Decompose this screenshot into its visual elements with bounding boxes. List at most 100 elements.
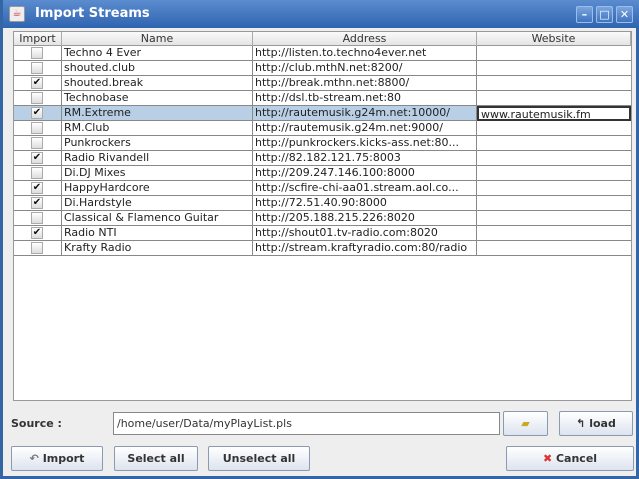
name-cell[interactable]: RM.Extreme <box>62 106 253 121</box>
source-label: Source : <box>11 417 62 430</box>
table-row[interactable]: Krafty Radio http://stream.kraftyradio.c… <box>14 241 631 256</box>
website-cell[interactable] <box>477 181 631 196</box>
website-cell[interactable] <box>477 226 631 241</box>
address-cell[interactable]: http://82.182.121.75:8003 <box>253 151 477 166</box>
import-cell <box>14 91 62 106</box>
name-cell[interactable]: Punkrockers <box>62 136 253 151</box>
name-cell[interactable]: Radio NTI <box>62 226 253 241</box>
address-cell[interactable]: http://punkrockers.kicks-ass.net:80... <box>253 136 477 151</box>
column-header-import[interactable]: Import <box>14 32 62 46</box>
address-cell[interactable]: http://rautemusik.g24m.net:10000/ <box>253 106 477 121</box>
import-button[interactable]: ↶ Import <box>11 446 103 471</box>
import-checkbox[interactable]: ✔ <box>31 107 43 119</box>
cancel-label: Cancel <box>555 452 598 465</box>
import-cell <box>14 136 62 151</box>
name-cell[interactable]: Techno 4 Ever <box>62 46 253 61</box>
streams-table: Import Name Address Website Techno 4 Eve… <box>13 31 632 401</box>
table-row[interactable]: Punkrockers http://punkrockers.kicks-ass… <box>14 136 631 151</box>
column-header-address[interactable]: Address <box>253 32 477 46</box>
import-cell <box>14 61 62 76</box>
maximize-button[interactable]: □ <box>596 6 613 23</box>
website-cell[interactable] <box>477 46 631 61</box>
name-cell[interactable]: Di.Hardstyle <box>62 196 253 211</box>
table-row[interactable]: shouted.club http://club.mthN.net:8200/ <box>14 61 631 76</box>
import-checkbox[interactable] <box>31 242 43 254</box>
import-cell <box>14 166 62 181</box>
cancel-button[interactable]: ✖ Cancel <box>506 446 634 471</box>
table-row[interactable]: Classical & Flamenco Guitar http://205.1… <box>14 211 631 226</box>
import-checkbox[interactable] <box>31 137 43 149</box>
address-cell[interactable]: http://205.188.215.226:8020 <box>253 211 477 226</box>
import-checkbox[interactable] <box>31 92 43 104</box>
website-cell[interactable] <box>477 211 631 226</box>
table-row[interactable]: Di.DJ Mixes http://209.247.146.100:8000 <box>14 166 631 181</box>
website-cell[interactable] <box>477 151 631 166</box>
name-cell[interactable]: shouted.break <box>62 76 253 91</box>
close-button[interactable]: ✕ <box>616 6 633 23</box>
import-checkbox[interactable]: ✔ <box>31 227 43 239</box>
source-path-input[interactable]: /home/user/Data/myPlayList.pls <box>113 412 500 435</box>
java-icon: ☕ <box>9 6 25 22</box>
website-cell[interactable] <box>477 241 631 256</box>
address-cell[interactable]: http://scfire-chi-aa01.stream.aol.co... <box>253 181 477 196</box>
address-cell[interactable]: http://listen.to.techno4ever.net <box>253 46 477 61</box>
name-cell[interactable]: Classical & Flamenco Guitar <box>62 211 253 226</box>
table-row[interactable]: Technobase http://dsl.tb-stream.net:80 <box>14 91 631 106</box>
address-cell[interactable]: http://stream.kraftyradio.com:80/radio <box>253 241 477 256</box>
browse-folder-button[interactable]: ▰ <box>503 411 548 436</box>
website-cell[interactable] <box>477 61 631 76</box>
import-cell <box>14 121 62 136</box>
import-cell: ✔ <box>14 151 62 166</box>
address-cell[interactable]: http://209.247.146.100:8000 <box>253 166 477 181</box>
website-cell[interactable] <box>477 91 631 106</box>
name-cell[interactable]: Krafty Radio <box>62 241 253 256</box>
name-cell[interactable]: HappyHardcore <box>62 181 253 196</box>
import-checkbox[interactable]: ✔ <box>31 182 43 194</box>
table-header: Import Name Address Website <box>14 32 631 46</box>
name-cell[interactable]: Radio Rivandell <box>62 151 253 166</box>
name-cell[interactable]: Technobase <box>62 91 253 106</box>
website-cell[interactable] <box>477 196 631 211</box>
column-header-website[interactable]: Website <box>477 32 631 46</box>
import-cell: ✔ <box>14 181 62 196</box>
name-cell[interactable]: shouted.club <box>62 61 253 76</box>
import-cell <box>14 211 62 226</box>
select-all-button[interactable]: Select all <box>114 446 198 471</box>
address-cell[interactable]: http://dsl.tb-stream.net:80 <box>253 91 477 106</box>
address-cell[interactable]: http://rautemusik.g24m.net:9000/ <box>253 121 477 136</box>
website-cell[interactable] <box>477 166 631 181</box>
address-cell[interactable]: http://shout01.tv-radio.com:8020 <box>253 226 477 241</box>
import-checkbox[interactable] <box>31 167 43 179</box>
load-button[interactable]: ↰ load <box>559 411 633 436</box>
table-row[interactable]: ✔ HappyHardcore http://scfire-chi-aa01.s… <box>14 181 631 196</box>
import-checkbox[interactable]: ✔ <box>31 197 43 209</box>
import-checkbox[interactable]: ✔ <box>31 152 43 164</box>
table-row[interactable]: ✔ shouted.break http://break.mthn.net:88… <box>14 76 631 91</box>
table-row[interactable]: ✔ RM.Extreme http://rautemusik.g24m.net:… <box>14 106 631 121</box>
table-row[interactable]: ✔ Radio NTI http://shout01.tv-radio.com:… <box>14 226 631 241</box>
table-row[interactable]: ✔ Di.Hardstyle http://72.51.40.90:8000 <box>14 196 631 211</box>
unselect-all-button[interactable]: Unselect all <box>208 446 310 471</box>
window-title: Import Streams <box>35 6 150 21</box>
website-cell[interactable]: www.rautemusik.fm <box>477 106 631 121</box>
import-checkbox[interactable] <box>31 62 43 74</box>
import-checkbox[interactable] <box>31 47 43 59</box>
import-label: Import <box>42 452 85 465</box>
import-checkbox[interactable] <box>31 122 43 134</box>
table-row[interactable]: RM.Club http://rautemusik.g24m.net:9000/ <box>14 121 631 136</box>
table-row[interactable]: ✔ Radio Rivandell http://82.182.121.75:8… <box>14 151 631 166</box>
website-cell[interactable] <box>477 76 631 91</box>
import-checkbox[interactable] <box>31 212 43 224</box>
name-cell[interactable]: RM.Club <box>62 121 253 136</box>
table-row[interactable]: Techno 4 Ever http://listen.to.techno4ev… <box>14 46 631 61</box>
minimize-button[interactable]: – <box>576 6 593 23</box>
website-cell[interactable] <box>477 136 631 151</box>
column-header-name[interactable]: Name <box>62 32 253 46</box>
address-cell[interactable]: http://club.mthN.net:8200/ <box>253 61 477 76</box>
website-cell[interactable] <box>477 121 631 136</box>
import-checkbox[interactable]: ✔ <box>31 77 43 89</box>
name-cell[interactable]: Di.DJ Mixes <box>62 166 253 181</box>
address-cell[interactable]: http://72.51.40.90:8000 <box>253 196 477 211</box>
address-cell[interactable]: http://break.mthn.net:8800/ <box>253 76 477 91</box>
import-cell <box>14 241 62 256</box>
